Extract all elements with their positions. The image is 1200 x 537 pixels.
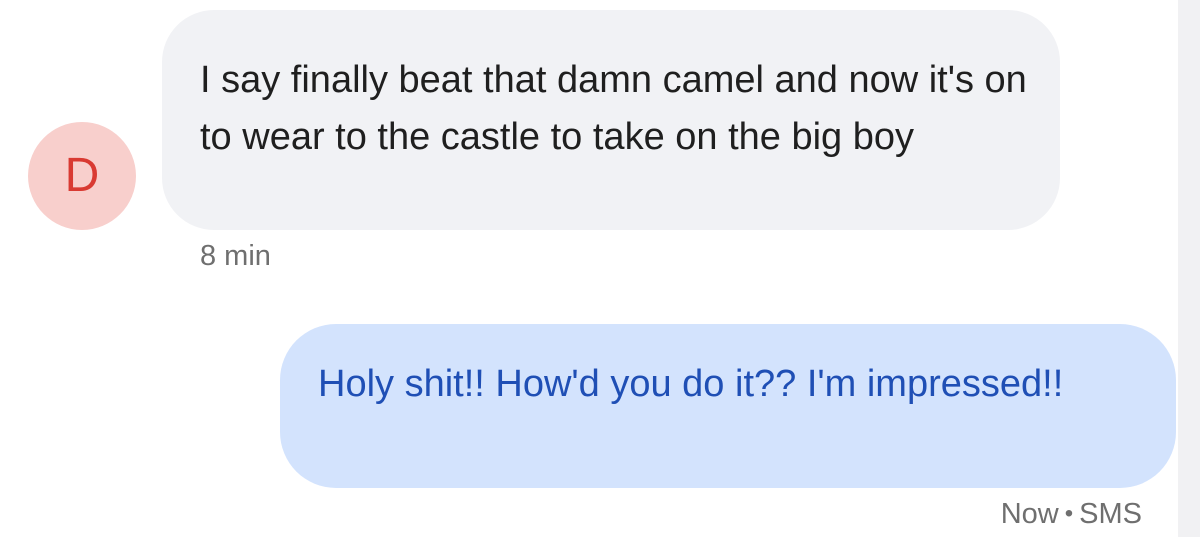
outgoing-message-bubble[interactable]: Holy shit!! How'd you do it?? I'm impres… (280, 324, 1176, 488)
outgoing-message-meta: Now • SMS (1001, 496, 1142, 532)
incoming-message-bubble[interactable]: I say finally beat that damn camel and n… (162, 10, 1060, 230)
meta-separator: • (1064, 500, 1074, 527)
message-channel-label: SMS (1079, 498, 1142, 530)
incoming-message-text: I say finally beat that damn camel and n… (200, 59, 1027, 158)
outgoing-message-text: Holy shit!! How'd you do it?? I'm impres… (318, 363, 1064, 405)
outgoing-message-timestamp: Now (1000, 498, 1059, 530)
avatar-initial: D (64, 149, 100, 202)
scrollbar-track[interactable] (1178, 0, 1200, 537)
contact-avatar[interactable]: D (28, 122, 136, 230)
incoming-message-timestamp: 8 min (200, 240, 271, 272)
conversation-view: D I say finally beat that damn camel and… (0, 0, 1200, 537)
